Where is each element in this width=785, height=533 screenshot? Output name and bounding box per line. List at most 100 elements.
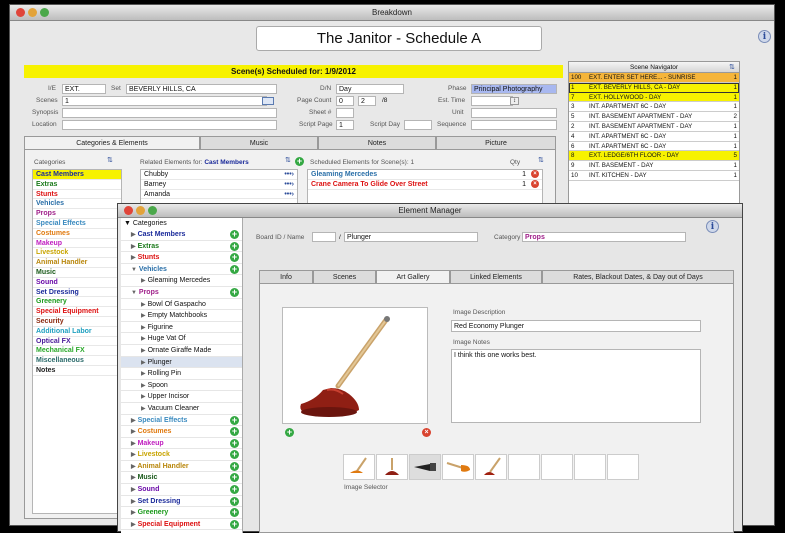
disclosure-triangle-icon[interactable]: ▶ [131,441,136,447]
tree-item[interactable]: ▶ Gleaming Mercedes [121,275,242,287]
tab-picture[interactable]: Picture [436,136,556,150]
sequence-field[interactable] [471,120,557,130]
arrow-link-icon[interactable]: •••› [284,180,294,189]
tree-item[interactable]: ▶ Greenery + [121,507,242,519]
category-item[interactable]: Stunts [33,190,121,200]
x-circle-icon[interactable]: × [531,179,539,188]
thumbnail-9[interactable] [607,454,639,480]
image-notes-field[interactable]: I think this one works best. [451,349,701,423]
category-field[interactable]: Props [522,232,686,242]
category-item[interactable]: Special Effects [33,219,121,229]
disclosure-triangle-icon[interactable]: ▶ [131,499,136,505]
disclosure-triangle-icon[interactable]: ▶ [141,394,146,400]
scene-row[interactable]: 4 INT. APARTMENT 6C - DAY 1 [569,132,739,142]
disclosure-triangle-icon[interactable]: ▶ [141,360,146,366]
location-field[interactable] [62,120,277,130]
plus-circle-icon[interactable]: + [230,485,239,495]
info-icon[interactable]: i [706,220,719,233]
scene-row[interactable]: 1 EXT. BEVERLY HILLS, CA - DAY 1 [569,82,739,93]
set-field[interactable]: BEVERLY HILLS, CA [126,84,277,94]
disclosure-triangle-icon[interactable]: ▼ [131,290,137,296]
tree-item[interactable]: ▶ Set Dressing + [121,496,242,508]
disclosure-triangle-icon[interactable]: ▶ [131,522,136,528]
tree-item[interactable]: ▶ Stunts + [121,252,242,264]
script-day-field[interactable] [404,120,432,130]
plus-circle-icon[interactable]: + [230,508,239,518]
tab-art-gallery[interactable]: Art Gallery [376,270,450,284]
sort-icon[interactable]: ⇅ [285,156,291,164]
thumbnail-6[interactable] [508,454,540,480]
disclosure-triangle-icon[interactable]: ▶ [141,348,146,354]
tab-notes[interactable]: Notes [318,136,436,150]
tab-linked-elements[interactable]: Linked Elements [450,270,542,284]
disclosure-triangle-icon[interactable]: ▶ [141,278,146,284]
scene-row[interactable]: 3 INT. APARTMENT 6C - DAY 1 [569,102,739,113]
minimize-icon[interactable] [28,8,37,17]
disclosure-triangle-icon[interactable]: ▶ [131,487,136,493]
thumbnail-2[interactable] [376,454,408,480]
category-item[interactable]: Sound [33,278,121,288]
disclosure-triangle-icon[interactable]: ▶ [141,336,146,342]
ie-select[interactable]: EXT. [62,84,106,94]
thumbnail-4[interactable] [442,454,474,480]
category-item[interactable]: Additional Labor [33,327,121,337]
tree-item[interactable]: ▶ Empty Matchbooks [121,310,242,322]
scene-row[interactable]: 7 EXT. HOLLYWOOD - DAY 1 [569,92,739,103]
minimize-icon[interactable] [136,206,145,215]
remove-image-button[interactable]: × [422,428,431,437]
scenes-field[interactable]: 1 [62,96,267,106]
tree-item[interactable]: ▶ Livestock + [121,449,242,461]
dn-select[interactable]: Day [336,84,404,94]
thumbnail-3[interactable] [409,454,441,480]
tree-item[interactable]: ▶ Rolling Pin [121,368,242,380]
tree-item[interactable]: ▼ Props + [121,287,242,299]
tree-item[interactable]: ▶ Special Equipment + [121,519,242,531]
thumbnail-8[interactable] [574,454,606,480]
tree-item[interactable]: ▼ Vehicles + [121,264,242,276]
disclosure-triangle-icon[interactable]: ▶ [131,464,136,470]
disclosure-triangle-icon[interactable]: ▶ [141,383,146,389]
x-circle-icon[interactable]: × [531,170,539,178]
tree-item[interactable]: ▶ Makeup + [121,438,242,450]
plus-circle-icon[interactable]: + [230,241,239,251]
scene-row[interactable]: 10 INT. KITCHEN - DAY 1 [569,171,739,181]
disclosure-triangle-icon[interactable]: ▼ [131,267,137,273]
plus-circle-icon[interactable]: + [230,461,239,471]
disclosure-triangle-icon[interactable]: ▶ [131,418,136,424]
tree-item[interactable]: ▶ Bowl Of Gaspacho [121,299,242,311]
category-item[interactable]: Makeup [33,239,121,249]
add-related-button[interactable]: + [295,157,304,166]
scene-row[interactable]: 6 INT. APARTMENT 6C - DAY 1 [569,142,739,152]
sheet-field[interactable] [336,108,354,118]
scene-row[interactable]: 2 INT. BASEMENT APARTMENT - DAY 1 [569,122,739,132]
scene-row[interactable]: 9 INT. BASEMENT - DAY 1 [569,161,739,171]
category-item[interactable]: Costumes [33,229,121,239]
category-item[interactable]: Extras [33,180,121,190]
disclosure-triangle-icon[interactable]: ▶ [131,452,136,458]
tab-rates-blackout[interactable]: Rates, Blackout Dates, & Day out of Days [542,270,734,284]
tree-item[interactable]: ▶ Figurine [121,322,242,334]
scene-row[interactable]: 8 EXT. LEDGE/6TH FLOOR - DAY 5 [569,151,739,162]
tree-item[interactable]: ▶ Upper Incisor [121,391,242,403]
sort-icon[interactable]: ⇅ [729,63,735,71]
category-item[interactable]: Mechanical FX [33,346,121,357]
tree-item[interactable]: ▶ Vacuum Cleaner [121,403,242,415]
tab-categories-elements[interactable]: Categories & Elements [24,136,200,150]
related-item[interactable]: Amanda •••› [141,190,297,200]
thumbnail-1[interactable] [343,454,375,480]
disclosure-triangle-icon[interactable]: ▶ [141,302,146,308]
tree-item[interactable]: ▶ Extras + [121,241,242,253]
tree-item[interactable]: ▶ Costumes + [121,426,242,438]
unit-field[interactable] [471,108,557,118]
plus-circle-icon[interactable]: + [230,253,239,263]
plus-circle-icon[interactable]: + [230,496,239,506]
disclosure-triangle-icon[interactable]: ▶ [141,371,146,377]
plus-circle-icon[interactable]: + [230,450,239,460]
tree-item[interactable]: ▶ Cast Members + [121,229,242,241]
thumbnail-7[interactable] [541,454,573,480]
add-image-button[interactable]: + [285,428,294,437]
category-item[interactable]: Notes [33,366,121,376]
category-item[interactable]: Special Equipment [33,307,121,317]
scene-row[interactable]: 100 EXT. ENTER SET HERE... - SUNRISE 1 [569,73,739,83]
tree-item[interactable]: ▶ Sound + [121,484,242,496]
